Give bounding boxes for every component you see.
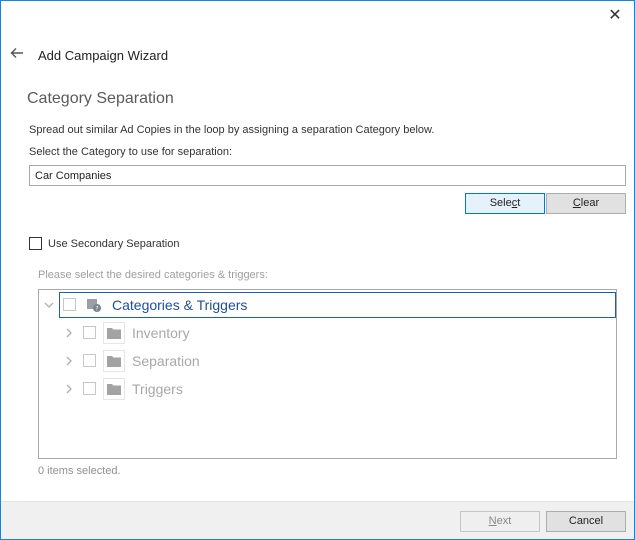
tree-item[interactable]: Triggers [39,376,616,402]
tree-root-checkbox[interactable] [63,298,76,311]
wizard-window: ✕ Add Campaign Wizard Category Separatio… [0,0,635,540]
category-select-label: Select the Category to use for separatio… [29,146,233,158]
wizard-footer: Next Cancel [1,501,634,539]
tree-root-label: Categories & Triggers [112,297,248,313]
cancel-button[interactable]: Cancel [546,511,626,532]
secondary-separation[interactable]: Use Secondary Separation [29,237,179,250]
clear-label-accel: C [572,197,581,209]
select-label-prefix: Sele [489,197,512,209]
close-icon[interactable]: ✕ [604,5,626,27]
clear-button[interactable]: Clear [546,193,626,214]
tree-item-checkbox[interactable] [83,354,96,367]
secondary-separation-checkbox[interactable] [29,237,42,250]
folder-icon [103,378,125,400]
tree-item-label: Triggers [132,381,183,397]
category-tree[interactable]: ? Categories & Triggers Inventory Separa… [38,289,617,459]
next-label-suffix: ext [496,515,512,527]
next-button[interactable]: Next [460,511,540,532]
items-selected-count: 0 items selected. [38,465,121,477]
tree-root-row[interactable]: ? Categories & Triggers [39,292,616,318]
secondary-separation-label: Use Secondary Separation [48,237,180,250]
tree-item[interactable]: Separation [39,348,616,374]
chevron-right-icon[interactable] [63,355,75,367]
tree-hint: Please select the desired categories & t… [38,269,268,281]
arrow-left-icon[interactable] [9,45,25,61]
category-input[interactable] [29,165,626,186]
tree-item-checkbox[interactable] [83,382,96,395]
select-label-suffix: t [517,197,521,209]
tree-item-checkbox[interactable] [83,326,96,339]
chevron-right-icon[interactable] [63,327,75,339]
tree-item-label: Separation [132,353,200,369]
tree-item[interactable]: Inventory [39,320,616,346]
folder-icon [103,322,125,344]
folder-icon [103,350,125,372]
section-description: Spread out similar Ad Copies in the loop… [29,124,435,136]
select-button[interactable]: Select [465,193,545,214]
clear-label-suffix: lear [580,197,600,209]
wizard-title: Add Campaign Wizard [38,48,169,63]
chevron-down-icon[interactable] [43,299,55,311]
tree-item-label: Inventory [132,325,190,341]
category-trigger-icon: ? [83,294,105,316]
next-label-accel: N [488,515,497,527]
section-title: Category Separation [27,90,174,107]
chevron-right-icon[interactable] [63,383,75,395]
svg-text:?: ? [95,306,98,313]
